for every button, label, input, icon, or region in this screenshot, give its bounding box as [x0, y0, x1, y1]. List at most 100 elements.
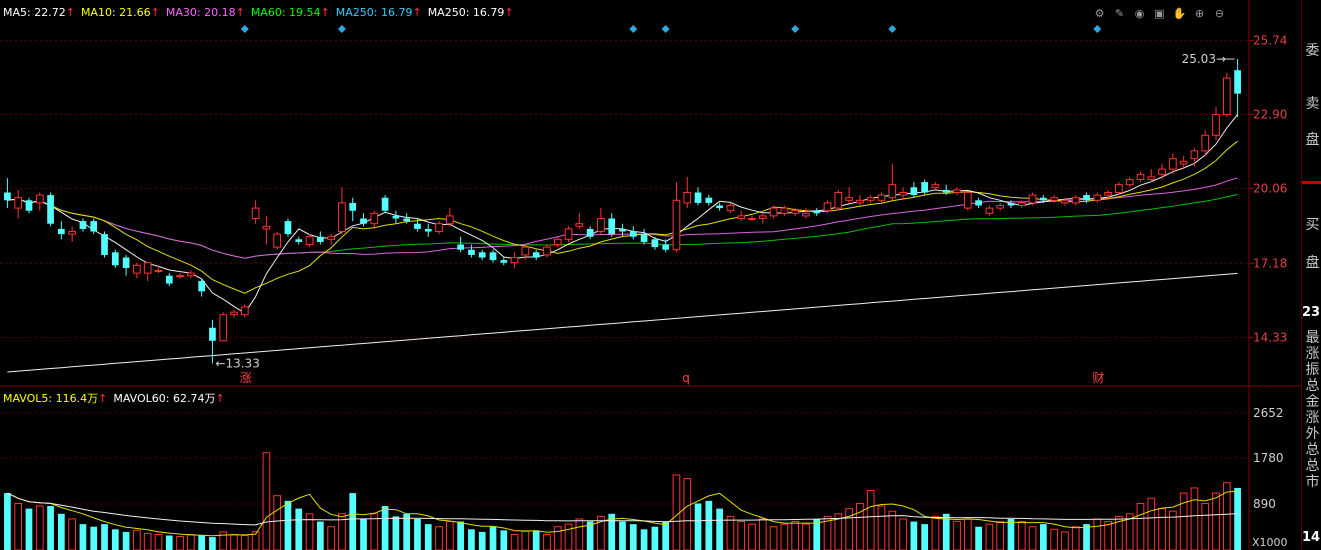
- zoom-in-icon[interactable]: ⊕: [1192, 6, 1207, 21]
- volume-bar: [327, 526, 335, 550]
- candle-body: [619, 228, 626, 232]
- volume-bar: [1050, 528, 1058, 550]
- volume-bar: [79, 524, 87, 550]
- volume-bar: [877, 505, 886, 550]
- volume-bar: [1093, 518, 1102, 550]
- settings-icon[interactable]: ⚙: [1092, 6, 1107, 21]
- volume-bar: [575, 518, 584, 550]
- volume-bar: [1179, 492, 1188, 550]
- side-stat-label: 总: [1305, 442, 1320, 458]
- candle-body: [251, 207, 260, 220]
- volume-tick-label: 890: [1253, 497, 1276, 511]
- volume-bar: [1212, 492, 1220, 550]
- candle-body: [338, 202, 346, 233]
- candle-body: [640, 234, 648, 242]
- candle-body: [219, 314, 228, 342]
- candle-body: [866, 197, 875, 201]
- volume-bar: [975, 526, 982, 550]
- volume-bar: [553, 526, 562, 550]
- volume-bar: [813, 518, 821, 550]
- eye-icon[interactable]: ◉: [1132, 6, 1147, 21]
- volume-bar: [457, 521, 464, 550]
- candle-body: [953, 189, 961, 193]
- candle-body: [737, 215, 746, 220]
- volume-bar: [122, 531, 130, 550]
- candle-body: [823, 202, 832, 212]
- event-diamond-icon: [337, 25, 346, 33]
- volume-bar: [403, 513, 411, 550]
- candle-body: [1147, 176, 1156, 180]
- candle-body: [468, 249, 475, 255]
- up-arrow-icon: ↑: [98, 392, 108, 405]
- volume-bar: [478, 531, 486, 550]
- volume-bar: [521, 530, 530, 550]
- zoom-out-icon[interactable]: ⊖: [1212, 6, 1227, 21]
- volume-bar: [58, 513, 65, 550]
- volume-bar: [672, 474, 681, 550]
- volume-bar: [176, 536, 184, 550]
- candle-body: [975, 200, 982, 206]
- volume-bar: [1061, 531, 1069, 550]
- up-arrow-icon: ↑: [65, 6, 75, 19]
- save-icon[interactable]: ▣: [1152, 6, 1167, 21]
- candle-body: [1104, 191, 1112, 196]
- volume-bar: [1028, 526, 1037, 550]
- volume-bar: [273, 495, 282, 550]
- kline-chart[interactable]: 25.74 22.90 20.06 17.18 14.33 2652 1780 890 X100…: [0, 0, 1301, 550]
- price-tick-label: 22.90: [1253, 107, 1287, 121]
- volume-bar: [888, 510, 897, 550]
- candle-body: [349, 202, 357, 211]
- volume-bar: [1147, 497, 1156, 550]
- volume-bar: [1040, 524, 1047, 550]
- candle-body: [25, 200, 33, 211]
- candle-body: [651, 239, 659, 248]
- candle-body: [1071, 197, 1080, 204]
- volume-bar: [985, 523, 994, 550]
- side-stat-label: 总: [1305, 458, 1320, 474]
- candle-body: [1190, 150, 1199, 160]
- volume-tick-label: 1780: [1253, 451, 1284, 465]
- up-arrow-icon: ↑: [235, 6, 245, 19]
- candle-body: [187, 272, 195, 277]
- ma-legend-item: MA250: 16.79: [335, 6, 413, 19]
- volume-bar: [25, 508, 33, 550]
- volume-legend-item: MAVOL60: 62.74万: [113, 392, 216, 405]
- event-marker-label: 财: [1092, 371, 1104, 385]
- event-marker-label: q: [682, 371, 690, 385]
- side-buy-label-1: 买: [1305, 217, 1320, 233]
- volume-bar: [68, 518, 76, 550]
- volume-bar: [910, 521, 918, 550]
- candle-body: [834, 191, 843, 209]
- volume-bar: [726, 515, 735, 550]
- volume-legend-item: MAVOL5: 116.4万: [3, 392, 99, 405]
- pen-icon[interactable]: ✎: [1112, 6, 1127, 21]
- volume-bar: [758, 518, 767, 550]
- candle-body: [143, 262, 152, 274]
- candle-body: [1083, 195, 1090, 201]
- candle-body: [629, 231, 637, 237]
- volume-bar: [791, 521, 800, 550]
- volume-bar: [47, 506, 54, 550]
- event-diamond-icon: [888, 25, 897, 33]
- candle-body: [705, 197, 713, 203]
- volume-bar: [360, 518, 367, 550]
- side-stat-label: 振: [1305, 362, 1320, 378]
- volume-bar: [1071, 526, 1080, 550]
- candle-body: [553, 238, 562, 246]
- volume-bar: [963, 518, 972, 550]
- up-arrow-icon: ↑: [215, 392, 225, 405]
- candle-body: [1201, 134, 1210, 152]
- candle-body: [1136, 173, 1145, 180]
- volume-bar: [532, 530, 540, 550]
- volume-bar: [435, 526, 443, 550]
- side-stat-label: 最: [1305, 330, 1320, 346]
- hand-icon[interactable]: ✋: [1172, 6, 1187, 21]
- volume-bar: [1201, 502, 1210, 550]
- candle-body: [90, 221, 98, 232]
- volume-bar: [705, 500, 713, 550]
- candle-body: [284, 221, 292, 235]
- volume-bar: [564, 523, 573, 550]
- volume-bar: [1190, 487, 1199, 550]
- max-price-label: 25.03→: [1182, 52, 1226, 66]
- candle-body: [996, 205, 1005, 209]
